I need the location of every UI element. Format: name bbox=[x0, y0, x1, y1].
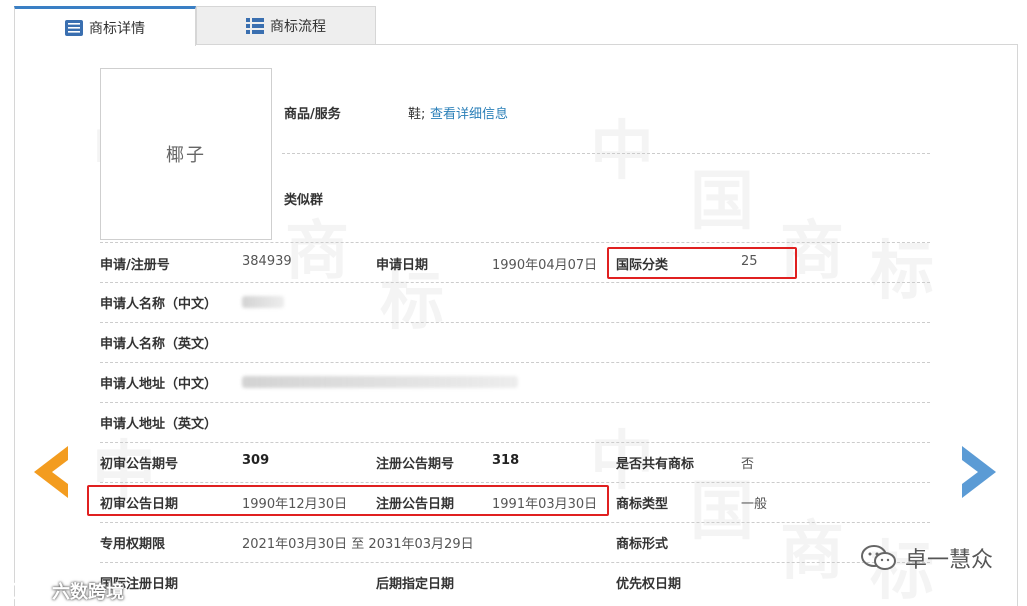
wechat-icon bbox=[860, 545, 896, 570]
view-details-link[interactable]: 查看详细信息 bbox=[430, 103, 508, 122]
divider bbox=[100, 322, 930, 323]
next-arrow-icon[interactable] bbox=[962, 446, 996, 498]
prelim-no-label: 初审公告期号 bbox=[100, 457, 179, 472]
divider bbox=[100, 242, 930, 243]
apply-date-label: 申请日期 bbox=[376, 258, 429, 273]
applicant-cn-label: 申请人名称（中文） bbox=[100, 297, 218, 312]
later-designation-date-label: 后期指定日期 bbox=[376, 577, 455, 592]
brand-watermark-right: 卓一慧众 bbox=[860, 542, 993, 574]
mark-type-value: 一般 bbox=[741, 497, 768, 512]
redacted-applicant-address bbox=[242, 376, 518, 388]
term-value: 2021年03月30日 至 2031年03月29日 bbox=[242, 537, 474, 552]
mark-form-label: 商标形式 bbox=[616, 537, 669, 552]
tab-label: 商标详情 bbox=[89, 20, 145, 37]
trademark-image: 椰子 bbox=[100, 68, 272, 240]
tab-label: 商标流程 bbox=[270, 18, 326, 35]
address-en-label: 申请人地址（英文） bbox=[100, 417, 218, 432]
grid-list-icon bbox=[246, 17, 264, 34]
applicant-en-label: 申请人名称（英文） bbox=[100, 337, 218, 352]
tab-trademark-details[interactable]: 商标详情 bbox=[14, 6, 196, 46]
divider bbox=[100, 562, 930, 563]
brand-logo-icon bbox=[8, 582, 45, 600]
redacted-applicant-name bbox=[242, 296, 284, 308]
highlight-intl-class bbox=[607, 247, 797, 279]
tab-trademark-process[interactable]: 商标流程 bbox=[196, 6, 376, 45]
mark-type-label: 商标类型 bbox=[616, 497, 669, 512]
divider bbox=[100, 482, 930, 483]
brand-name-right: 卓一慧众 bbox=[904, 548, 993, 573]
brand-watermark-left: 六数跨境 bbox=[8, 578, 124, 604]
prelim-no-value: 309 bbox=[242, 453, 270, 468]
highlight-pub-dates bbox=[87, 485, 609, 516]
reg-no-label: 申请/注册号 bbox=[100, 258, 170, 273]
shared-mark-value: 否 bbox=[741, 457, 755, 472]
reg-pub-no-value: 318 bbox=[492, 453, 520, 468]
similar-group-label: 类似群 bbox=[284, 193, 324, 208]
divider bbox=[100, 282, 930, 283]
goods-label: 商品/服务 bbox=[284, 107, 341, 122]
previous-arrow-icon[interactable] bbox=[34, 446, 68, 498]
divider bbox=[282, 153, 930, 154]
shared-mark-label: 是否共有商标 bbox=[616, 457, 695, 472]
priority-date-label: 优先权日期 bbox=[616, 577, 682, 592]
divider bbox=[100, 402, 930, 403]
trademark-image-text: 椰子 bbox=[166, 145, 206, 166]
brand-name-left: 六数跨境 bbox=[52, 582, 124, 603]
term-label: 专用权期限 bbox=[100, 537, 166, 552]
divider bbox=[100, 362, 930, 363]
divider bbox=[100, 442, 930, 443]
apply-date-value: 1990年04月07日 bbox=[492, 258, 598, 273]
goods-value: 鞋; bbox=[408, 107, 426, 122]
reg-pub-no-label: 注册公告期号 bbox=[376, 457, 455, 472]
reg-no-value: 384939 bbox=[242, 254, 292, 269]
divider bbox=[100, 522, 930, 523]
list-icon bbox=[65, 19, 83, 36]
address-cn-label: 申请人地址（中文） bbox=[100, 377, 218, 392]
